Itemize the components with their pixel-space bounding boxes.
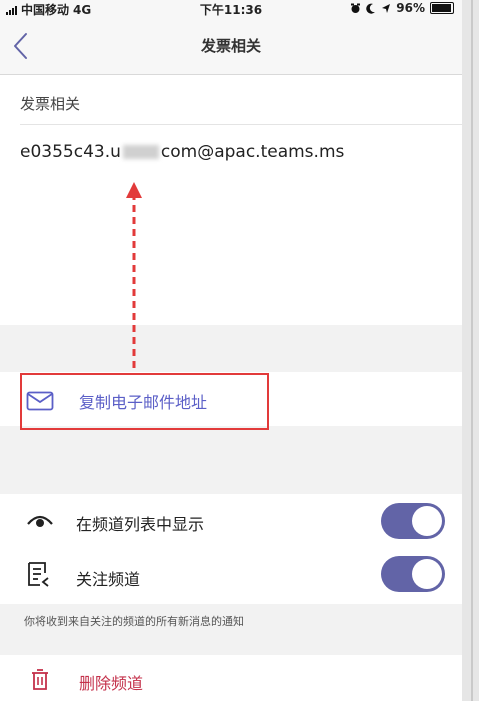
alarm-icon	[351, 3, 361, 13]
redacted-text	[122, 145, 159, 159]
follow-channel-toggle[interactable]	[381, 556, 445, 592]
channel-info-card: 发票相关 e0355c43.u com@apac.teams.ms	[0, 75, 462, 325]
battery-icon	[430, 2, 454, 14]
channel-email: e0355c43.u com@apac.teams.ms	[20, 142, 344, 162]
show-in-list-toggle[interactable]	[381, 503, 445, 539]
app-screen: 中国移动 4G 下午11:36 96% 发票相关 发票相关 e0355c43.u…	[0, 0, 462, 701]
copy-email-button[interactable]: 复制电子邮件地址	[79, 389, 207, 413]
toggle-knob	[412, 559, 442, 589]
location-arrow-icon	[382, 3, 391, 13]
channel-settings: 在频道列表中显示 关注频道	[0, 494, 462, 604]
delete-channel-button[interactable]: 删除频道	[79, 670, 143, 694]
show-in-list-label: 在频道列表中显示	[76, 515, 205, 534]
email-suffix: com@apac.teams.ms	[160, 142, 345, 162]
trash-icon	[32, 669, 48, 690]
email-prefix: e0355c43.u	[20, 142, 121, 162]
battery-percent: 96%	[396, 1, 425, 15]
divider	[20, 124, 462, 125]
status-right: 96%	[350, 1, 454, 15]
follow-channel-label: 关注频道	[76, 570, 141, 589]
mail-icon	[26, 391, 54, 411]
follow-list-icon	[28, 562, 49, 587]
status-bar: 中国移动 4G 下午11:36 96%	[0, 0, 462, 18]
page-title: 发票相关	[200, 37, 261, 55]
toggle-knob	[412, 506, 442, 536]
eye-icon	[27, 515, 53, 527]
annotation-arrow	[126, 182, 142, 368]
delete-channel-row[interactable]	[0, 655, 462, 701]
follow-note: 你将收到来自关注的频道的所有新消息的通知	[24, 615, 244, 628]
moon-icon	[366, 3, 376, 14]
navigation-bar: 发票相关	[0, 18, 462, 75]
channel-name: 发票相关	[20, 95, 81, 113]
window-edge	[462, 0, 479, 701]
